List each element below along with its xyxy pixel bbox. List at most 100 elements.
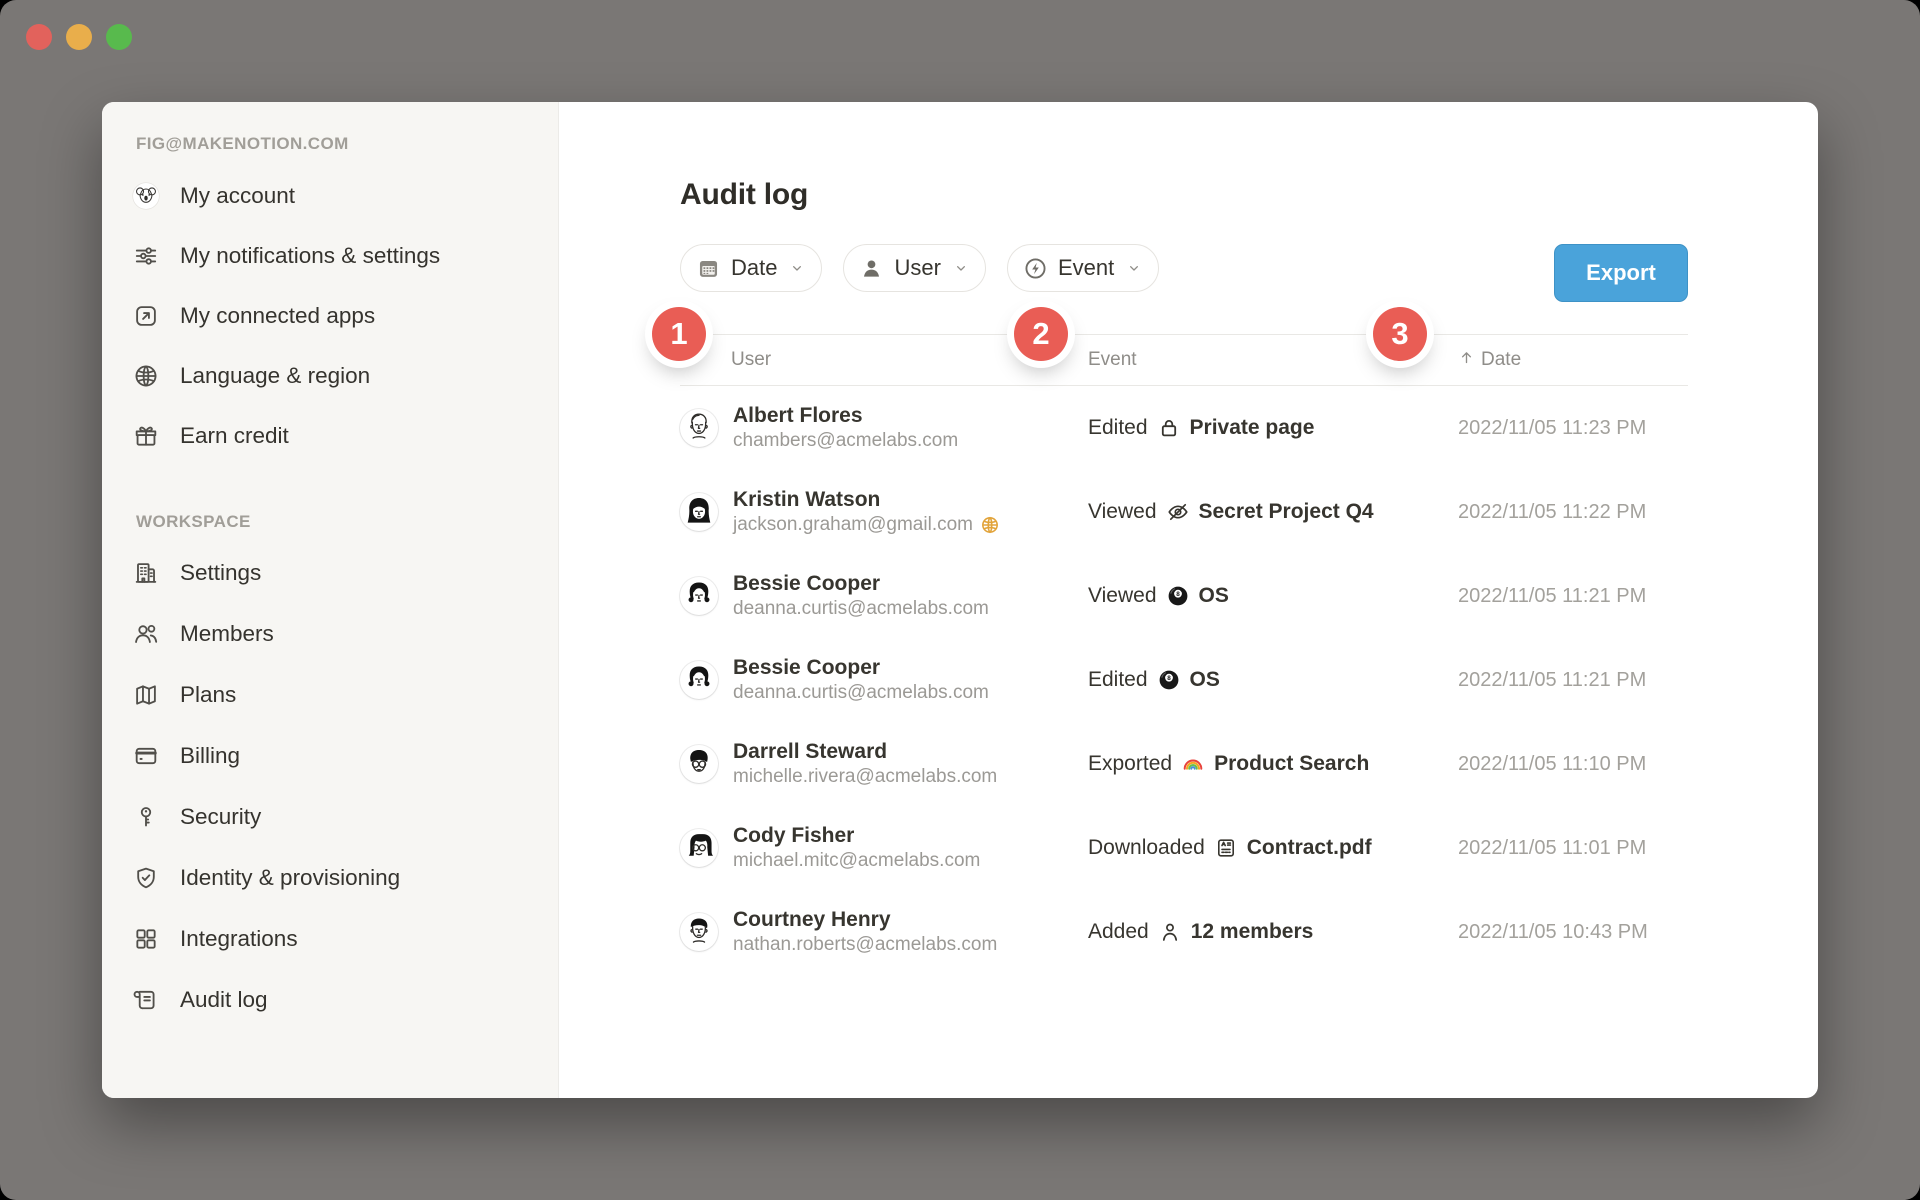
user-name: Darrell Steward: [733, 739, 997, 765]
sidebar-item-plans[interactable]: Plans: [132, 664, 558, 725]
avatar-albert-flores: [680, 409, 718, 447]
account-email-header: FIG@MAKENOTION.COM: [136, 134, 558, 154]
bolt-circle-icon: [1023, 256, 1048, 281]
filter-date[interactable]: Date: [680, 244, 822, 292]
event-cell: Edited Private page: [1088, 416, 1458, 440]
map-icon: [132, 681, 160, 709]
table-row: Darrell Steward michelle.rivera@acmelabs…: [680, 722, 1688, 806]
user-email: michelle.rivera@acmelabs.com: [733, 765, 997, 789]
sliders-icon: [132, 242, 160, 270]
sidebar-item-earn-credit[interactable]: Earn credit: [132, 406, 558, 466]
close-window-button[interactable]: [26, 24, 52, 50]
user-cell: Courtney Henry nathan.roberts@acmelabs.c…: [680, 907, 1088, 957]
grid-icon: [132, 925, 160, 953]
user-email: deanna.curtis@acmelabs.com: [733, 681, 989, 705]
globe-icon: [132, 362, 160, 390]
table-row: Bessie Cooper deanna.curtis@acmelabs.com…: [680, 554, 1688, 638]
user-cell: Bessie Cooper deanna.curtis@acmelabs.com: [680, 655, 1088, 705]
event-object: 12 members: [1191, 920, 1314, 944]
sidebar-item-my-account[interactable]: My account: [132, 166, 558, 226]
event-date: 2022/11/05 11:23 PM: [1458, 417, 1688, 440]
sidebar-item-members[interactable]: Members: [132, 603, 558, 664]
user-email: michael.mitc@acmelabs.com: [733, 849, 980, 873]
lock-icon: [1157, 416, 1181, 440]
chevron-down-icon: [953, 260, 969, 276]
user-name: Bessie Cooper: [733, 571, 989, 597]
person-filled-icon: [859, 256, 884, 281]
export-button[interactable]: Export: [1554, 244, 1688, 302]
arrow-up-right-square-icon: [132, 302, 160, 330]
user-cell: Darrell Steward michelle.rivera@acmelabs…: [680, 739, 1088, 789]
table-body: Albert Flores chambers@acmelabs.com Edit…: [680, 386, 1688, 974]
sidebar-item-settings[interactable]: Settings: [132, 542, 558, 603]
event-date: 2022/11/05 11:21 PM: [1458, 669, 1688, 692]
avatar-kristin-watson: [680, 493, 718, 531]
table-row: Bessie Cooper deanna.curtis@acmelabs.com…: [680, 638, 1688, 722]
user-cell: Cody Fisher michael.mitc@acmelabs.com: [680, 823, 1088, 873]
table-row: Albert Flores chambers@acmelabs.com Edit…: [680, 386, 1688, 470]
filter-user[interactable]: User: [843, 244, 985, 292]
event-object: Private page: [1190, 416, 1315, 440]
event-cell: Viewed Secret Project Q4: [1088, 500, 1458, 524]
event-object: Product Search: [1214, 752, 1369, 776]
filter-bar: Date User Event: [680, 244, 1159, 292]
koala-avatar-icon: [132, 182, 160, 210]
settings-window: FIG@MAKENOTION.COM My account My notific…: [102, 102, 1818, 1098]
event-date: 2022/11/05 11:22 PM: [1458, 501, 1688, 524]
column-header-date-sort[interactable]: Date: [1458, 349, 1688, 372]
event-object: OS: [1190, 668, 1220, 692]
sidebar-item-security[interactable]: Security: [132, 786, 558, 847]
sidebar-item-integrations[interactable]: Integrations: [132, 908, 558, 969]
audit-log-table: User Event Date Albert Flores chambers@a…: [680, 334, 1688, 974]
event-verb: Exported: [1088, 752, 1172, 776]
event-cell: Exported Product Search: [1088, 752, 1458, 776]
avatar-cody-fisher: [680, 829, 718, 867]
sidebar-item-my-notifications-settings[interactable]: My notifications & settings: [132, 226, 558, 286]
table-row: Cody Fisher michael.mitc@acmelabs.com Do…: [680, 806, 1688, 890]
filter-event[interactable]: Event: [1007, 244, 1159, 292]
user-email: chambers@acmelabs.com: [733, 429, 958, 453]
eight-ball-icon: 8: [1157, 668, 1181, 692]
window-controls: [26, 24, 132, 50]
chevron-down-icon: [1126, 260, 1142, 276]
rainbow-icon: [1181, 752, 1205, 776]
zoom-window-button[interactable]: [106, 24, 132, 50]
gift-icon: [132, 422, 160, 450]
desktop-backdrop: FIG@MAKENOTION.COM My account My notific…: [0, 0, 1920, 1200]
minimize-window-button[interactable]: [66, 24, 92, 50]
sidebar-item-identity-provisioning[interactable]: Identity & provisioning: [132, 847, 558, 908]
annotation-badge-3: 3: [1373, 307, 1427, 361]
event-verb: Edited: [1088, 416, 1148, 440]
event-object: Contract.pdf: [1247, 836, 1372, 860]
key-icon: [132, 803, 160, 831]
person-outline-icon: [1158, 920, 1182, 944]
event-object: OS: [1199, 584, 1229, 608]
event-verb: Viewed: [1088, 584, 1157, 608]
user-name: Kristin Watson: [733, 487, 1000, 513]
sidebar-item-audit-log[interactable]: Audit log: [132, 969, 558, 1030]
event-cell: Viewed 8 OS: [1088, 584, 1458, 608]
user-name: Cody Fisher: [733, 823, 980, 849]
table-header-row: User Event Date: [680, 334, 1688, 386]
audit-log-toolbar: Date User Event Export: [680, 244, 1688, 302]
settings-sidebar: FIG@MAKENOTION.COM My account My notific…: [102, 102, 559, 1098]
calendar-icon: [696, 256, 721, 281]
shield-check-icon: [132, 864, 160, 892]
avatar-bessie-cooper: [680, 577, 718, 615]
user-email: deanna.curtis@acmelabs.com: [733, 597, 989, 621]
event-verb: Downloaded: [1088, 836, 1205, 860]
column-header-date-label: Date: [1481, 349, 1521, 371]
user-name: Courtney Henry: [733, 907, 997, 933]
sidebar-item-billing[interactable]: Billing: [132, 725, 558, 786]
sidebar-item-language-region[interactable]: Language & region: [132, 346, 558, 406]
eye-off-icon: [1166, 500, 1190, 524]
audit-log-panel: Audit log Date User Event Export User Ev…: [559, 102, 1818, 1098]
workspace-header: WORKSPACE: [136, 512, 558, 532]
svg-text:8: 8: [1167, 675, 1171, 682]
chevron-down-icon: [789, 260, 805, 276]
annotation-badge-2: 2: [1014, 307, 1068, 361]
account-nav-list: My account My notifications & settings M…: [132, 166, 558, 466]
event-cell: Edited 8 OS: [1088, 668, 1458, 692]
user-email: jackson.graham@gmail.com: [733, 513, 1000, 537]
sidebar-item-my-connected-apps[interactable]: My connected apps: [132, 286, 558, 346]
